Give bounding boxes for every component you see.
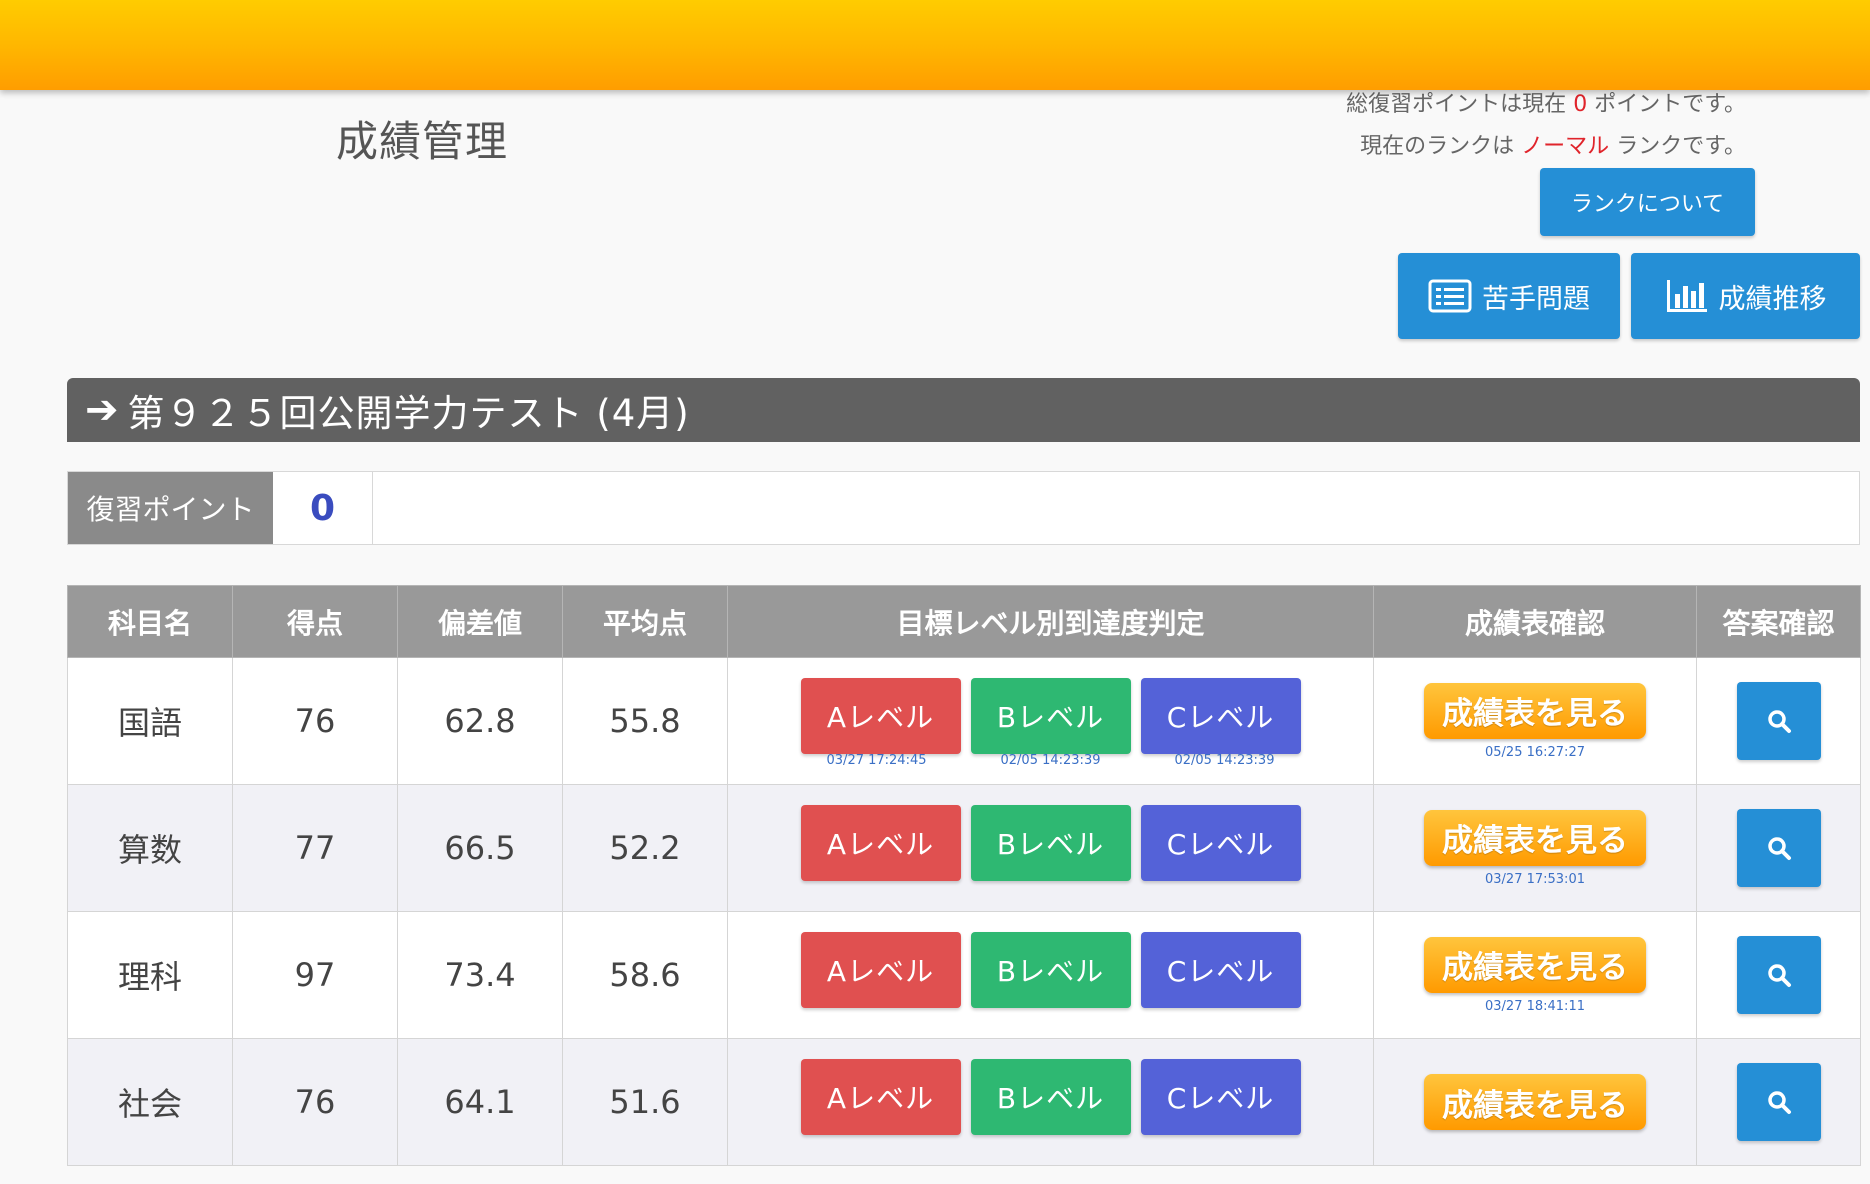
top-header-bar — [0, 0, 1870, 90]
rank-info: 現在のランクは ノーマル ランクです。 — [1360, 128, 1746, 160]
header-level-judgement: 目標レベル別到達度判定 — [727, 585, 1374, 658]
test-section-header: ➔ 第９２５回公開学力テスト (4月) — [67, 378, 1860, 442]
search-icon — [1767, 837, 1791, 860]
level-a-button[interactable]: Aレベル — [800, 805, 961, 881]
average-cell: 58.6 — [562, 911, 728, 1039]
level-b-button[interactable]: Bレベル — [970, 678, 1131, 754]
review-points-label: 復習ポイント — [68, 472, 273, 544]
about-rank-button[interactable]: ランクについて — [1540, 168, 1755, 236]
header-answer-check: 答案確認 — [1696, 585, 1861, 658]
total-points-prefix: 総復習ポイントは現在 — [1346, 92, 1567, 117]
score-trend-label: 成績推移 — [1718, 283, 1827, 315]
rank-value: ノーマル — [1521, 134, 1610, 159]
deviation-cell: 62.8 — [397, 657, 563, 785]
header-subject: 科目名 — [67, 585, 233, 658]
answer-search-button[interactable] — [1736, 936, 1821, 1014]
average-cell: 51.6 — [562, 1038, 728, 1166]
total-points-suffix: ポイントです。 — [1594, 92, 1746, 117]
deviation-cell: 64.1 — [397, 1038, 563, 1166]
answer-search-button[interactable] — [1736, 682, 1821, 760]
score-trend-button[interactable]: 成績推移 — [1631, 253, 1860, 339]
search-icon — [1767, 964, 1791, 987]
bar-chart-icon — [1666, 280, 1707, 312]
table-header-row: 科目名 得点 偏差値 平均点 目標レベル別到達度判定 成績表確認 答案確認 — [67, 585, 1861, 658]
table-row: 理科 97 73.4 58.6 Aレベル Bレベル Cレベル 成績表を見る 03… — [67, 911, 1861, 1039]
weak-questions-label: 苦手問題 — [1482, 283, 1590, 315]
search-icon — [1767, 1091, 1791, 1114]
page-title: 成績管理 — [336, 117, 509, 166]
average-cell: 55.8 — [562, 657, 728, 785]
view-report-button[interactable]: 成績表を見る — [1424, 682, 1646, 739]
level-c-date: 02/05 14:23:39 — [1174, 753, 1275, 768]
table-row: 算数 77 66.5 52.2 Aレベル Bレベル Cレベル 成績表を見る 03… — [67, 784, 1861, 912]
level-c-button[interactable]: Cレベル — [1140, 1059, 1301, 1135]
level-b-button[interactable]: Bレベル — [970, 932, 1131, 1008]
view-report-button[interactable]: 成績表を見る — [1424, 809, 1646, 866]
view-report-button[interactable]: 成績表を見る — [1424, 1074, 1646, 1130]
subject-cell: 理科 — [67, 911, 233, 1039]
subject-cell: 社会 — [67, 1038, 233, 1166]
answer-search-button[interactable] — [1736, 1063, 1821, 1141]
average-cell: 52.2 — [562, 784, 728, 912]
answer-cell — [1696, 911, 1861, 1039]
header-report-check: 成績表確認 — [1373, 585, 1697, 658]
deviation-cell: 73.4 — [397, 911, 563, 1039]
view-report-date: 05/25 16:27:27 — [1485, 744, 1585, 760]
header-average: 平均点 — [562, 585, 728, 658]
answer-cell — [1696, 1038, 1861, 1166]
level-b-button[interactable]: Bレベル — [970, 805, 1131, 881]
answer-search-button[interactable] — [1736, 809, 1821, 887]
level-b-date: 02/05 14:23:39 — [1000, 753, 1101, 768]
report-cell: 成績表を見る 03/27 17:53:01 — [1373, 784, 1697, 912]
deviation-cell: 66.5 — [397, 784, 563, 912]
header-deviation: 偏差値 — [397, 585, 563, 658]
level-cell: Aレベル Bレベル Cレベル — [727, 911, 1374, 1039]
view-report-date: 03/27 18:41:11 — [1485, 998, 1585, 1014]
score-cell: 77 — [232, 784, 398, 912]
table-row: 国語 76 62.8 55.8 Aレベル Bレベル Cレベル 03/27 17:… — [67, 657, 1861, 785]
score-cell: 76 — [232, 657, 398, 785]
level-a-button[interactable]: Aレベル — [800, 678, 961, 754]
score-table: 科目名 得点 偏差値 平均点 目標レベル別到達度判定 成績表確認 答案確認 国語… — [67, 585, 1861, 1166]
rank-suffix: ランクです。 — [1616, 134, 1746, 159]
review-points-box: 復習ポイント 0 — [67, 471, 1860, 545]
header-score: 得点 — [232, 585, 398, 658]
level-c-button[interactable]: Cレベル — [1140, 932, 1301, 1008]
score-cell: 97 — [232, 911, 398, 1039]
level-cell: Aレベル Bレベル Cレベル 03/27 17:24:45 02/05 14:2… — [727, 657, 1374, 785]
subject-cell: 国語 — [67, 657, 233, 785]
level-cell: Aレベル Bレベル Cレベル — [727, 784, 1374, 912]
level-a-button[interactable]: Aレベル — [800, 1059, 961, 1135]
view-report-button[interactable]: 成績表を見る — [1424, 936, 1646, 993]
total-points-value: 0 — [1573, 92, 1588, 117]
test-title: 第９２５回公開学力テスト (4月) — [127, 392, 690, 435]
about-rank-label: ランクについて — [1570, 192, 1725, 217]
rank-prefix: 現在のランクは — [1360, 134, 1515, 159]
level-a-button[interactable]: Aレベル — [800, 932, 961, 1008]
report-cell: 成績表を見る — [1373, 1038, 1697, 1166]
total-points-info: 総復習ポイントは現在 0 ポイントです。 — [1346, 86, 1746, 118]
weak-questions-button[interactable]: 苦手問題 — [1398, 253, 1620, 339]
level-c-button[interactable]: Cレベル — [1140, 678, 1301, 754]
review-points-value: 0 — [273, 472, 373, 544]
table-row: 社会 76 64.1 51.6 Aレベル Bレベル Cレベル 成績表を見る — [67, 1038, 1861, 1166]
level-cell: Aレベル Bレベル Cレベル — [727, 1038, 1374, 1166]
report-cell: 成績表を見る 05/25 16:27:27 — [1373, 657, 1697, 785]
arrow-right-icon: ➔ — [85, 387, 120, 433]
subject-cell: 算数 — [67, 784, 233, 912]
search-icon — [1767, 710, 1791, 733]
list-icon — [1428, 279, 1472, 313]
level-dates: 03/27 17:24:45 02/05 14:23:39 02/05 14:2… — [728, 753, 1373, 768]
level-c-button[interactable]: Cレベル — [1140, 805, 1301, 881]
level-a-date: 03/27 17:24:45 — [826, 753, 927, 768]
answer-cell — [1696, 657, 1861, 785]
view-report-date: 03/27 17:53:01 — [1485, 871, 1585, 887]
level-b-button[interactable]: Bレベル — [970, 1059, 1131, 1135]
report-cell: 成績表を見る 03/27 18:41:11 — [1373, 911, 1697, 1039]
answer-cell — [1696, 784, 1861, 912]
score-cell: 76 — [232, 1038, 398, 1166]
